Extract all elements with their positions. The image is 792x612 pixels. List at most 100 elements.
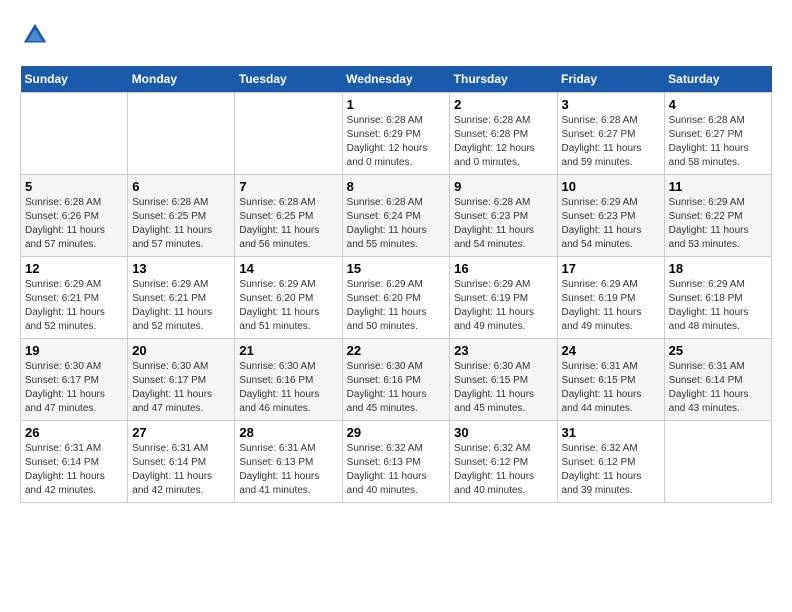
calendar-cell [21,93,128,175]
calendar-cell [128,93,235,175]
calendar-cell: 19Sunrise: 6:30 AM Sunset: 6:17 PM Dayli… [21,339,128,421]
day-number: 10 [562,179,660,194]
day-info: Sunrise: 6:29 AM Sunset: 6:21 PM Dayligh… [132,278,230,334]
calendar-cell: 8 Sunrise: 6:28 AM Sunset: 6:24 PM Daylig… [342,175,450,257]
day-info: Sunrise: 6:30 AM Sunset: 6:16 PM Dayligh… [347,360,446,416]
day-info: Sunrise: 6:29 AM Sunset: 6:21 PM Dayligh… [25,278,123,334]
calendar-cell: 24 Sunrise: 6:31 AM Sunset: 6:15 PM Dayli… [557,339,664,421]
day-number: 3 [562,97,660,112]
day-number: 18 [669,261,767,276]
week-row-5: 26 Sunrise: 6:31 AM Sunset: 6:14 PM Dayli… [21,421,772,503]
day-number: 26 [25,425,123,440]
day-number: 11 [669,179,767,194]
day-info: Sunrise: 6:31 AM Sunset: 6:14 PM Dayligh… [132,442,230,498]
day-info: Sunrise: 6:30 AM Sunset: 6:15 PM Dayligh… [454,360,552,416]
logo [20,20,54,50]
calendar-cell: 11 Sunrise: 6:29 AM Sunset: 6:22 PM Dayli… [664,175,771,257]
calendar-cell: 31 Sunrise: 6:32 AM Sunset: 6:12 PM Dayli… [557,421,664,503]
day-info: Sunrise: 6:28 AM Sunset: 6:27 PM Dayligh… [669,114,767,170]
day-number: 21 [239,343,337,358]
column-header-wednesday: Wednesday [342,66,450,93]
calendar-cell: 3 Sunrise: 6:28 AM Sunset: 6:27 PM Daylig… [557,93,664,175]
day-number: 4 [669,97,767,112]
day-info: Sunrise: 6:29 AM Sunset: 6:19 PM Dayligh… [454,278,552,334]
calendar-cell: 30 Sunrise: 6:32 AM Sunset: 6:12 PM Dayli… [450,421,557,503]
calendar: SundayMondayTuesdayWednesdayThursdayFrid… [20,66,772,503]
day-number: 12 [25,261,123,276]
column-header-friday: Friday [557,66,664,93]
day-number: 1 [347,97,446,112]
day-number: 28 [239,425,337,440]
calendar-cell: 29 Sunrise: 6:32 AM Sunset: 6:13 PM Dayli… [342,421,450,503]
day-info: Sunrise: 6:28 AM Sunset: 6:27 PM Dayligh… [562,114,660,170]
day-info: Sunrise: 6:31 AM Sunset: 6:14 PM Dayligh… [25,442,123,498]
column-header-tuesday: Tuesday [235,66,342,93]
week-row-4: 19 Sunrise: 6:30 AM Sunset: 6:17 PM Dayli… [21,339,772,421]
day-info: Sunrise: 6:29 AM Sunset: 6:20 PM Dayligh… [239,278,337,334]
calendar-cell: 27Sunrise: 6:31 AM Sunset: 6:14 PM Dayli… [128,421,235,503]
day-number: 22 [347,343,446,358]
day-number: 25 [669,343,767,358]
calendar-cell: 13 Sunrise: 6:29 AM Sunset: 6:21 PM Dayli… [128,257,235,339]
day-info: Sunrise: 6:29 AM Sunset: 6:20 PM Dayligh… [347,278,446,334]
day-number: 14 [239,261,337,276]
calendar-cell: 23 Sunrise: 6:30 AM Sunset: 6:15 PM Dayli… [450,339,557,421]
day-number: 30 [454,425,552,440]
calendar-cell: 18 Sunrise: 6:29 AM Sunset: 6:18 PM Dayli… [664,257,771,339]
day-info: Sunrise: 6:28 AM Sunset: 6:29 PM Dayligh… [347,114,446,170]
calendar-cell: 5 Sunrise: 6:28 AM Sunset: 6:26 PM Daylig… [21,175,128,257]
calendar-cell: 28 Sunrise: 6:31 AM Sunset: 6:13 PM Dayli… [235,421,342,503]
day-number: 29 [347,425,446,440]
day-info: Sunrise: 6:29 AM Sunset: 6:18 PM Dayligh… [669,278,767,334]
column-header-sunday: Sunday [21,66,128,93]
day-number: 13 [132,261,230,276]
day-info: Sunrise: 6:32 AM Sunset: 6:13 PM Dayligh… [347,442,446,498]
day-info: Sunrise: 6:28 AM Sunset: 6:25 PM Dayligh… [239,196,337,252]
day-info: Sunrise: 6:28 AM Sunset: 6:24 PM Dayligh… [347,196,446,252]
day-info: Sunrise: 6:32 AM Sunset: 6:12 PM Dayligh… [454,442,552,498]
day-info: Sunrise: 6:31 AM Sunset: 6:13 PM Dayligh… [239,442,337,498]
calendar-cell [235,93,342,175]
day-number: 23 [454,343,552,358]
day-info: Sunrise: 6:31 AM Sunset: 6:14 PM Dayligh… [669,360,767,416]
day-number: 20 [132,343,230,358]
calendar-cell: 1 Sunrise: 6:28 AM Sunset: 6:29 PM Daylig… [342,93,450,175]
day-info: Sunrise: 6:28 AM Sunset: 6:28 PM Dayligh… [454,114,552,170]
day-number: 8 [347,179,446,194]
calendar-cell: 26 Sunrise: 6:31 AM Sunset: 6:14 PM Dayli… [21,421,128,503]
day-number: 2 [454,97,552,112]
day-info: Sunrise: 6:28 AM Sunset: 6:23 PM Dayligh… [454,196,552,252]
column-header-saturday: Saturday [664,66,771,93]
day-info: Sunrise: 6:28 AM Sunset: 6:26 PM Dayligh… [25,196,123,252]
calendar-header-row: SundayMondayTuesdayWednesdayThursdayFrid… [21,66,772,93]
logo-icon [20,20,50,50]
day-number: 5 [25,179,123,194]
calendar-cell: 21 Sunrise: 6:30 AM Sunset: 6:16 PM Dayli… [235,339,342,421]
day-info: Sunrise: 6:32 AM Sunset: 6:12 PM Dayligh… [562,442,660,498]
week-row-3: 12 Sunrise: 6:29 AM Sunset: 6:21 PM Dayli… [21,257,772,339]
day-number: 24 [562,343,660,358]
day-number: 9 [454,179,552,194]
calendar-cell: 7Sunrise: 6:28 AM Sunset: 6:25 PM Daylig… [235,175,342,257]
calendar-cell: 14 Sunrise: 6:29 AM Sunset: 6:20 PM Dayli… [235,257,342,339]
week-row-2: 5 Sunrise: 6:28 AM Sunset: 6:26 PM Daylig… [21,175,772,257]
calendar-cell: 9 Sunrise: 6:28 AM Sunset: 6:23 PM Daylig… [450,175,557,257]
day-info: Sunrise: 6:29 AM Sunset: 6:22 PM Dayligh… [669,196,767,252]
day-number: 16 [454,261,552,276]
day-number: 6 [132,179,230,194]
day-number: 17 [562,261,660,276]
calendar-cell: 22 Sunrise: 6:30 AM Sunset: 6:16 PM Dayli… [342,339,450,421]
calendar-cell: 17 Sunrise: 6:29 AM Sunset: 6:19 PM Dayli… [557,257,664,339]
day-info: Sunrise: 6:29 AM Sunset: 6:19 PM Dayligh… [562,278,660,334]
week-row-1: 1 Sunrise: 6:28 AM Sunset: 6:29 PM Daylig… [21,93,772,175]
calendar-cell: 20 Sunrise: 6:30 AM Sunset: 6:17 PM Dayli… [128,339,235,421]
calendar-cell: 25 Sunrise: 6:31 AM Sunset: 6:14 PM Dayli… [664,339,771,421]
day-info: Sunrise: 6:31 AM Sunset: 6:15 PM Dayligh… [562,360,660,416]
calendar-cell: 16 Sunrise: 6:29 AM Sunset: 6:19 PM Dayli… [450,257,557,339]
calendar-cell: 4 Sunrise: 6:28 AM Sunset: 6:27 PM Daylig… [664,93,771,175]
calendar-cell: 10Sunrise: 6:29 AM Sunset: 6:23 PM Dayli… [557,175,664,257]
day-number: 19 [25,343,123,358]
day-info: Sunrise: 6:30 AM Sunset: 6:16 PM Dayligh… [239,360,337,416]
day-number: 31 [562,425,660,440]
day-info: Sunrise: 6:30 AM Sunset: 6:17 PM Dayligh… [132,360,230,416]
